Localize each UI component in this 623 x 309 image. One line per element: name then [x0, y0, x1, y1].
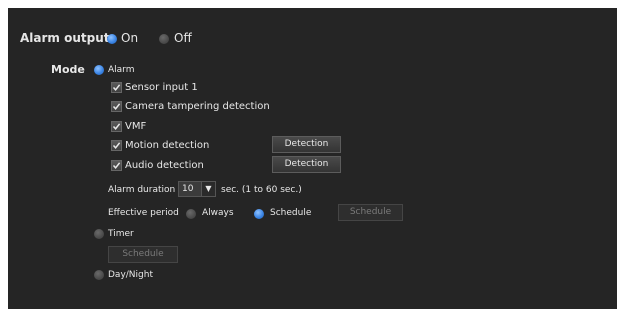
mode-day-night-label[interactable]: Day/Night [108, 269, 153, 281]
mode-day-night-radio[interactable] [94, 270, 104, 280]
checkmark-icon [112, 142, 121, 149]
alarm-output-on-radio[interactable] [107, 34, 117, 44]
audio-detection-button[interactable]: Detection [272, 156, 341, 173]
alarm-duration-label: Alarm duration [108, 185, 176, 195]
audio-detection-checkbox[interactable] [111, 160, 122, 171]
mode-timer-label[interactable]: Timer [108, 228, 134, 240]
effective-period-label: Effective period [108, 208, 179, 218]
alarm-duration-unit: sec. (1 to 60 sec.) [221, 185, 302, 195]
checkmark-icon [112, 103, 121, 110]
alarm-output-on-label[interactable]: On [121, 31, 138, 45]
motion-detection-checkbox[interactable] [111, 140, 122, 151]
sensor-input-checkbox[interactable] [111, 82, 122, 93]
vmf-label: VMF [125, 121, 147, 132]
mode-alarm-radio[interactable] [94, 65, 104, 75]
mode-timer-radio[interactable] [94, 229, 104, 239]
chevron-down-icon: ▼ [201, 182, 215, 196]
effective-period-schedule-label[interactable]: Schedule [270, 207, 311, 219]
camera-tampering-label: Camera tampering detection [125, 101, 270, 112]
checkmark-icon [112, 84, 121, 91]
mode-label: Mode [51, 63, 85, 76]
checkmark-icon [112, 123, 121, 130]
mode-alarm-label[interactable]: Alarm [108, 64, 134, 76]
alarm-duration-value: 10 [182, 184, 194, 194]
alarm-output-off-label[interactable]: Off [174, 31, 192, 45]
motion-detection-label: Motion detection [125, 140, 210, 151]
alarm-duration-select[interactable]: 10 ▼ [178, 181, 216, 197]
effective-period-always-radio[interactable] [186, 209, 196, 219]
vmf-checkbox[interactable] [111, 121, 122, 132]
settings-panel: Alarm output On Off Mode Alarm Sensor in… [8, 8, 617, 309]
sensor-input-label: Sensor input 1 [125, 82, 198, 93]
effective-period-always-label[interactable]: Always [202, 207, 234, 219]
checkmark-icon [112, 162, 121, 169]
effective-period-schedule-button[interactable]: Schedule [338, 204, 403, 221]
timer-schedule-button[interactable]: Schedule [108, 246, 178, 263]
audio-detection-label: Audio detection [125, 160, 204, 171]
effective-period-schedule-radio[interactable] [254, 209, 264, 219]
motion-detection-button[interactable]: Detection [272, 136, 341, 153]
camera-tampering-checkbox[interactable] [111, 101, 122, 112]
alarm-output-label: Alarm output [20, 31, 110, 45]
alarm-output-off-radio[interactable] [159, 34, 169, 44]
